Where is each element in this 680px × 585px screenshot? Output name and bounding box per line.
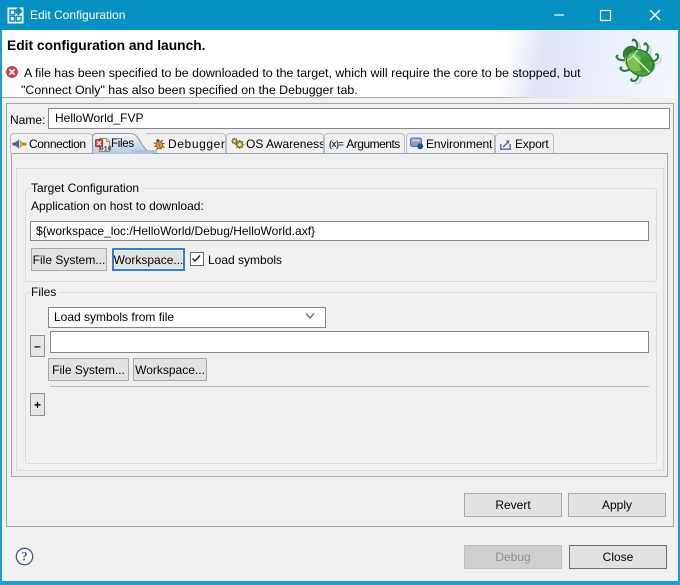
svg-text:?: ? [21, 550, 27, 564]
